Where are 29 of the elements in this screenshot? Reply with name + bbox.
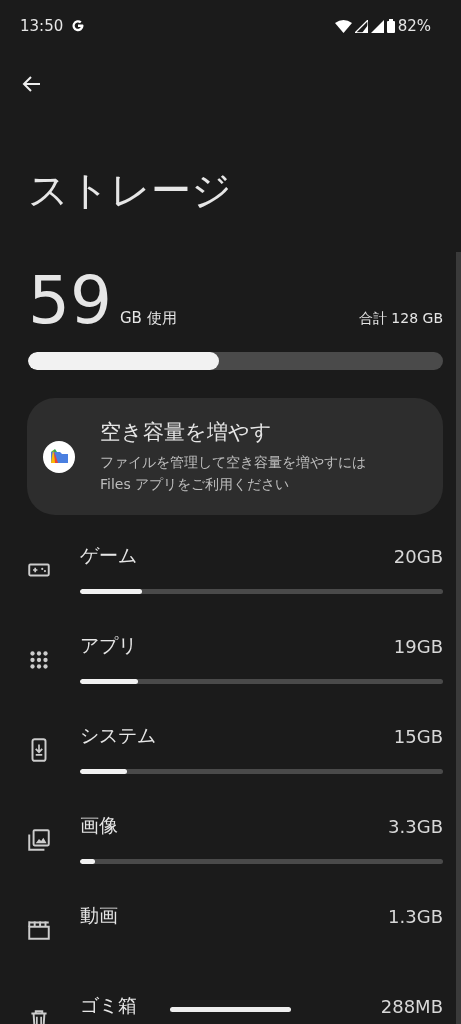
- category-size: 288MB: [380, 995, 443, 1017]
- category-label[interactable]: ゴミ箱: [80, 993, 137, 1020]
- total-capacity: 合計 128 GB: [358, 310, 443, 328]
- category-label[interactable]: アプリ: [80, 633, 137, 660]
- category-size: 15GB: [393, 725, 443, 747]
- category-label[interactable]: ゲーム: [80, 543, 137, 570]
- used-amount: 59: [28, 268, 112, 334]
- battery-percent: 82%: [397, 17, 431, 35]
- category-size: 19GB: [393, 635, 443, 657]
- free-up-space-card[interactable]: 空き容量を増やす ファイルを管理して空き容量を増やすには Files アプリをご利用ください: [27, 398, 443, 516]
- card-description: ファイルを管理して空き容量を増やすには Files アプリをご利用ください: [100, 453, 367, 494]
- category-size: 1.3GB: [388, 905, 443, 927]
- category-label[interactable]: システム: [80, 723, 156, 750]
- gesture-handle[interactable]: [170, 1007, 291, 1012]
- category-label[interactable]: 動画: [80, 903, 118, 930]
- battery-icon: [386, 19, 395, 33]
- status-time: 13:50: [20, 17, 64, 35]
- files-app-icon: [43, 440, 75, 473]
- signal-icon: [354, 19, 368, 33]
- card-title: 空き容量を増やす: [100, 419, 273, 446]
- google-g-icon: [71, 19, 86, 33]
- category-size: 20GB: [393, 545, 443, 567]
- photo-stack-icon: [26, 827, 52, 854]
- category-size: 3.3GB: [388, 815, 443, 837]
- page-title: ストレージ: [28, 166, 233, 214]
- wifi-icon: [334, 19, 352, 33]
- signal-icon: [370, 19, 384, 33]
- used-unit: GB 使用: [120, 309, 178, 328]
- category-label[interactable]: 画像: [80, 813, 118, 840]
